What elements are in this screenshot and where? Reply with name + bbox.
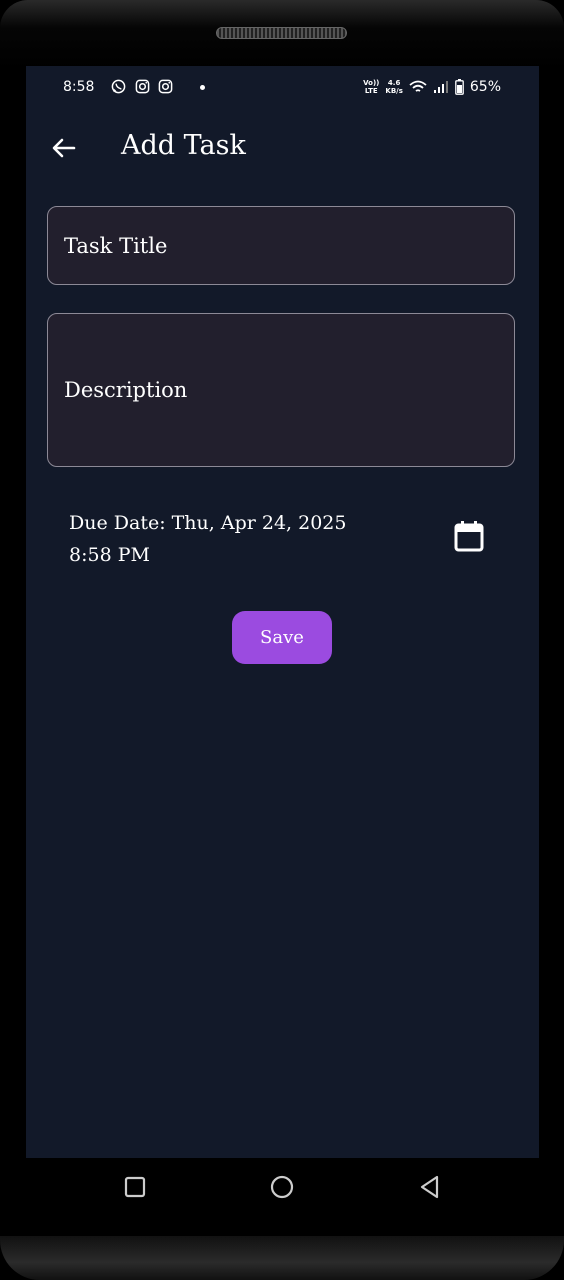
status-right: Vo)) LTE 4.6 KB/s 65% <box>363 79 501 95</box>
battery-percent: 65% <box>469 79 501 95</box>
due-time-line: 8:58 PM <box>69 544 150 566</box>
page-title: Add Task <box>121 130 246 161</box>
net-speed-unit: KB/s <box>385 87 403 95</box>
phone-bezel-top <box>0 0 564 70</box>
due-date-line: Due Date: Thu, Apr 24, 2025 <box>69 512 347 534</box>
description-input[interactable]: Description <box>47 313 515 467</box>
app-screen: 8:58 Vo)) LTE 4.6 KB/s 65% Add Task Task… <box>26 66 539 1158</box>
whatsapp-icon <box>111 79 126 94</box>
app-bar: Add Task <box>26 124 539 172</box>
recents-icon[interactable] <box>122 1174 148 1200</box>
description-placeholder: Description <box>64 378 188 402</box>
home-icon[interactable] <box>269 1174 295 1200</box>
net-speed: 4.6 KB/s <box>385 79 402 95</box>
signal-icon <box>433 81 448 93</box>
back-arrow-icon[interactable] <box>48 132 80 164</box>
system-nav-bar <box>0 1158 564 1216</box>
save-button[interactable]: Save <box>232 611 332 664</box>
notification-dot <box>200 85 205 90</box>
instagram-icon <box>158 79 173 94</box>
due-date-text: Due Date: Thu, Apr 24, 2025 8:58 PM <box>69 507 346 571</box>
speaker-grille <box>216 27 347 39</box>
save-button-label: Save <box>260 627 304 648</box>
task-title-placeholder: Task Title <box>64 233 168 258</box>
battery-icon <box>455 79 464 95</box>
status-time: 8:58 <box>63 79 95 95</box>
back-icon[interactable] <box>417 1174 443 1200</box>
phone-bezel-bottom <box>0 1236 564 1280</box>
volte-bottom: LTE <box>364 87 378 95</box>
volte-top: Vo)) <box>363 79 380 87</box>
status-bar: 8:58 Vo)) LTE 4.6 KB/s 65% <box>26 66 539 110</box>
task-title-input[interactable]: Task Title <box>47 206 515 285</box>
calendar-icon[interactable] <box>454 520 484 552</box>
wifi-icon <box>409 80 427 92</box>
volte-indicator: Vo)) LTE <box>363 79 379 95</box>
instagram-icon <box>135 79 150 94</box>
net-speed-value: 4.6 <box>387 79 401 87</box>
